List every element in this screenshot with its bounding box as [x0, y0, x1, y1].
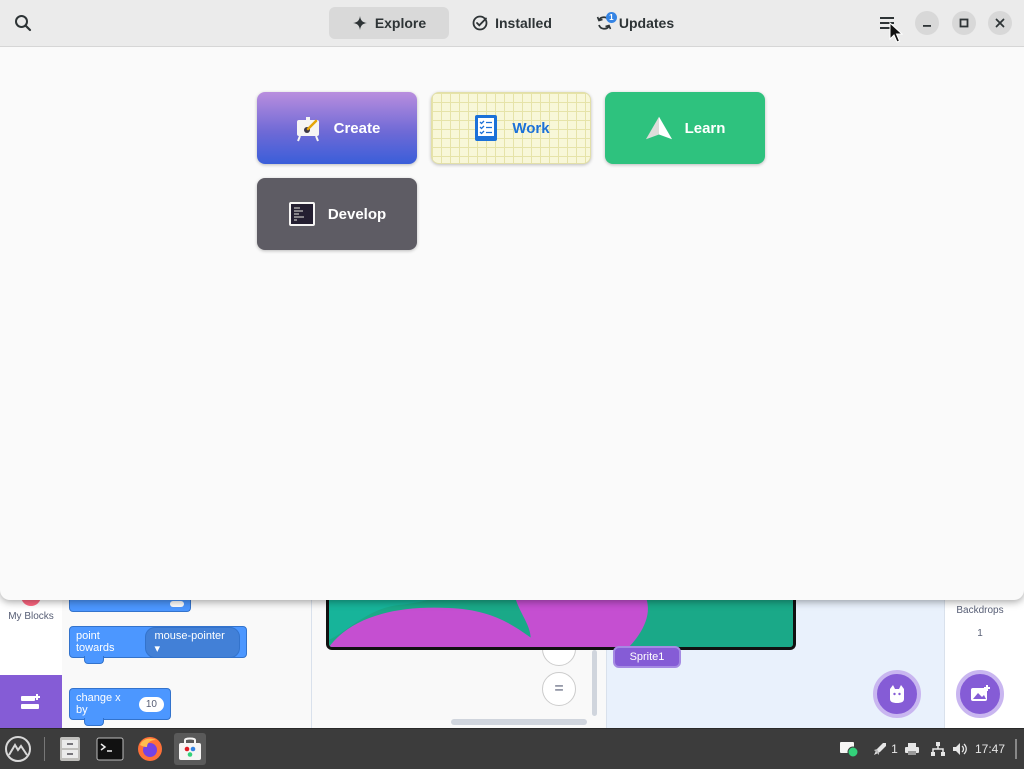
backdrops-label: Backdrops	[956, 605, 1004, 616]
point-towards-dropdown[interactable]: mouse-pointer ▾	[145, 626, 240, 658]
terminal-app-icon	[96, 737, 124, 761]
menu-logo-icon	[5, 736, 31, 762]
add-sprite-button[interactable]	[873, 670, 921, 718]
tab-updates-label: Updates	[618, 15, 675, 31]
chat-status-icon	[840, 742, 859, 758]
taskbar: 1 17:47	[0, 728, 1024, 769]
tab-installed[interactable]: Installed	[463, 7, 561, 39]
change-x-value[interactable]: 10	[138, 696, 164, 712]
check-circle-icon	[472, 15, 488, 31]
show-desktop-button[interactable]	[1012, 739, 1020, 759]
sparkle-icon	[352, 16, 367, 30]
category-develop[interactable]: Develop	[257, 178, 417, 250]
cat-face-icon	[890, 685, 904, 703]
category-learn-label: Learn	[684, 119, 726, 137]
software-center-launcher[interactable]	[174, 733, 206, 765]
printer-tray[interactable]	[902, 739, 922, 759]
header-bar: Explore Installed 1 Updates	[0, 0, 1024, 47]
paint-easel-icon	[294, 114, 322, 142]
file-manager-icon	[60, 737, 80, 761]
category-create[interactable]: Create	[257, 92, 417, 164]
printer-icon	[905, 743, 919, 755]
terminal-icon	[288, 200, 316, 228]
close-button[interactable]	[988, 11, 1012, 35]
network-wired-icon	[931, 742, 945, 756]
category-create-label: Create	[333, 119, 381, 137]
category-learn[interactable]: Learn	[605, 92, 765, 164]
checklist-icon	[472, 114, 500, 142]
backdrops-count: 1	[977, 628, 983, 639]
firefox-icon	[138, 737, 162, 761]
software-center-icon	[179, 737, 201, 760]
search-icon	[15, 15, 32, 32]
zoom-reset-button[interactable]: =	[542, 672, 576, 706]
category-work-label: Work	[512, 119, 550, 137]
file-manager-launcher[interactable]	[54, 733, 86, 765]
maximize-button[interactable]	[952, 11, 976, 35]
minimize-icon	[923, 25, 931, 27]
tab-updates[interactable]: 1 Updates	[589, 7, 681, 39]
firefox-launcher[interactable]	[134, 733, 166, 765]
search-button[interactable]	[12, 12, 34, 34]
show-desktop-bar	[1015, 739, 1017, 759]
app-menu-button[interactable]	[2, 733, 34, 765]
my-blocks-category-label[interactable]: My Blocks	[0, 611, 62, 622]
tab-explore-label: Explore	[374, 15, 427, 31]
maximize-icon	[959, 18, 969, 28]
change-x-label: change x by	[76, 692, 121, 716]
updates-badge: 1	[605, 12, 617, 23]
notification-count: 1	[891, 742, 898, 756]
tab-installed-label: Installed	[495, 15, 552, 31]
sprite-thumbnail[interactable]: Sprite1	[613, 646, 681, 668]
change-x-block[interactable]: change x by 10	[69, 688, 171, 726]
tab-explore[interactable]: Explore	[329, 7, 449, 39]
extension-icon	[21, 693, 40, 709]
notifications-tray[interactable]: 1	[870, 739, 900, 759]
network-status-tray[interactable]	[838, 739, 860, 759]
software-center-window: Explore Installed 1 Updates Create Work …	[0, 0, 1024, 600]
horizontal-scrollbar[interactable]	[451, 719, 587, 725]
updates-icon-wrap: 1	[596, 12, 617, 31]
close-icon	[995, 18, 1005, 28]
category-work[interactable]: Work	[431, 92, 591, 164]
category-develop-label: Develop	[327, 205, 387, 223]
taskbar-separator	[44, 737, 45, 761]
vertical-scrollbar[interactable]	[592, 650, 597, 716]
volume-icon	[953, 743, 967, 755]
minimize-button[interactable]	[915, 11, 939, 35]
clock[interactable]: 17:47	[972, 739, 1008, 759]
image-add-icon	[971, 685, 990, 701]
mouse-cursor-icon	[889, 22, 903, 43]
volume-tray[interactable]	[950, 739, 970, 759]
paper-plane-icon	[645, 114, 673, 142]
point-towards-label: point towards	[76, 630, 115, 654]
network-tray[interactable]	[928, 739, 948, 759]
add-extension-button[interactable]	[0, 675, 62, 728]
terminal-launcher[interactable]	[94, 733, 126, 765]
notification-rocket-icon	[874, 743, 887, 755]
point-towards-block[interactable]: point towards mouse-pointer ▾	[69, 626, 247, 664]
add-backdrop-button[interactable]	[956, 670, 1004, 718]
